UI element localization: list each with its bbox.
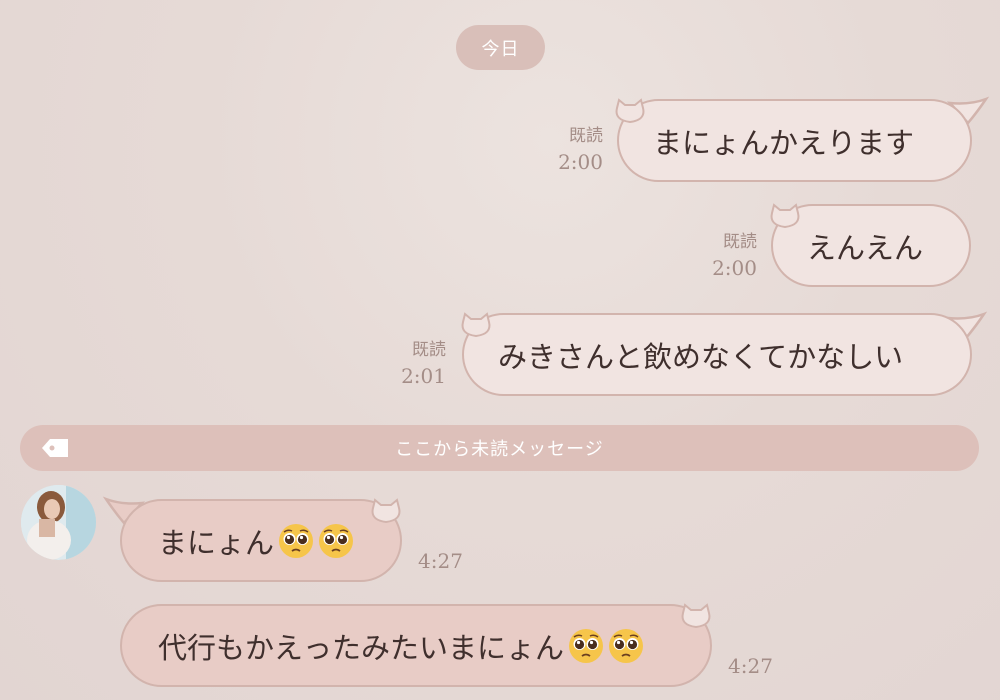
tag-icon <box>42 439 68 457</box>
read-receipt: 既読 <box>412 340 446 360</box>
timestamp: 2:01 <box>401 364 446 388</box>
pleading-face-icon <box>609 628 644 663</box>
read-receipt: 既読 <box>569 126 603 146</box>
pleading-face-icon <box>569 628 604 663</box>
message-meta: 既読 2:01 <box>390 337 446 389</box>
message-bubble-incoming[interactable]: 代行もかえったみたいまにょん <box>120 604 712 687</box>
pleading-face-icon <box>319 523 354 558</box>
message-text: 代行もかえったみたいまにょん <box>158 630 565 665</box>
cat-sticker-icon <box>681 603 711 629</box>
unread-divider: ここから未読メッセージ <box>20 425 979 471</box>
read-receipt: 既読 <box>723 232 757 252</box>
message-meta: 既読 2:00 <box>548 123 603 175</box>
message-text: まにょん <box>158 525 275 560</box>
message-bubble-outgoing[interactable]: まにょんかえります <box>617 99 972 182</box>
timestamp: 4:27 <box>418 549 463 573</box>
timestamp: 2:00 <box>558 150 603 174</box>
cat-sticker-icon <box>770 203 800 229</box>
timestamp: 2:00 <box>712 256 757 280</box>
message-text: えんえん <box>807 230 924 265</box>
message-bubble-outgoing[interactable]: みきさんと飲めなくてかなしい <box>462 313 972 396</box>
avatar[interactable] <box>21 485 96 560</box>
message-text: みきさんと飲めなくてかなしい <box>498 339 904 374</box>
unread-divider-label: ここから未読メッセージ <box>395 439 604 460</box>
timestamp: 4:27 <box>728 654 773 678</box>
avatar-photo <box>21 485 96 560</box>
cat-sticker-icon <box>615 98 645 124</box>
message-meta: 既読 2:00 <box>700 229 757 281</box>
date-divider: 今日 <box>456 25 545 70</box>
message-bubble-incoming[interactable]: まにょん <box>120 499 402 582</box>
cat-sticker-icon <box>461 312 491 338</box>
pleading-face-icon <box>279 523 314 558</box>
message-text: まにょんかえります <box>653 125 915 160</box>
cat-sticker-icon <box>371 498 401 524</box>
